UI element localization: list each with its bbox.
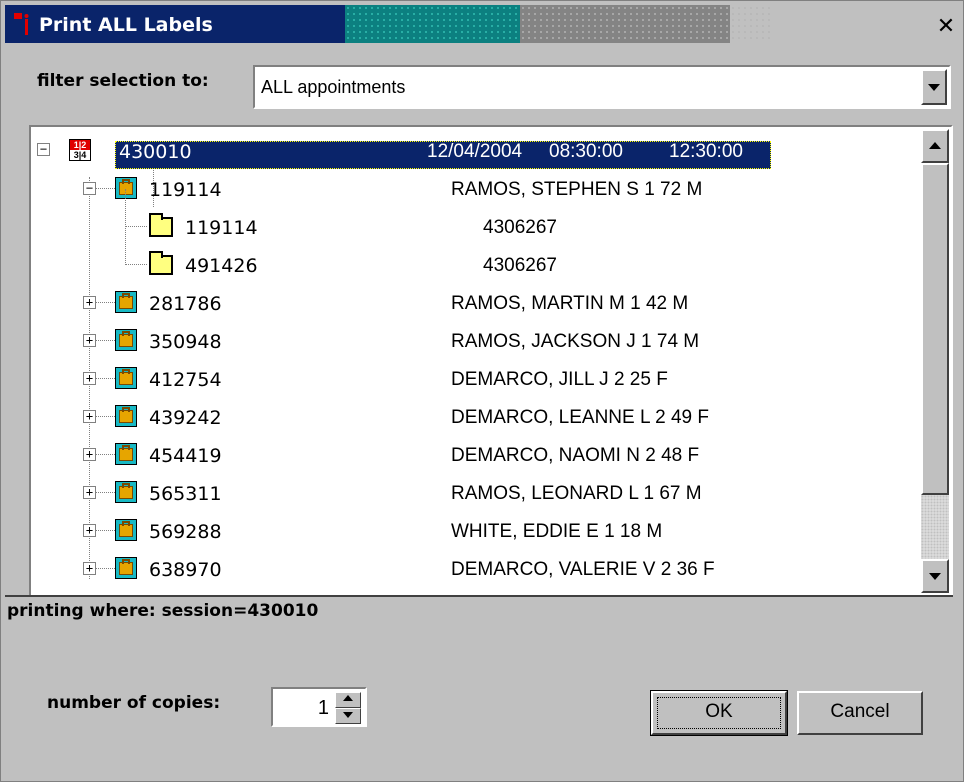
print-labels-dialog: Print ALL Labels ✕ filter selection to: …: [0, 0, 964, 782]
status-bar: printing where: session=430010: [5, 595, 953, 639]
session-start: 08:30:00: [549, 141, 623, 162]
item-id: 454419: [149, 445, 222, 467]
chevron-down-icon: [928, 84, 940, 91]
item-info: DEMARCO, NAOMI N 2 48 F: [451, 445, 700, 466]
item-id: 565311: [149, 483, 222, 505]
basket-icon: [115, 443, 137, 465]
scroll-thumb[interactable]: [921, 163, 949, 495]
expand-icon[interactable]: +: [83, 296, 96, 309]
expand-icon[interactable]: +: [83, 372, 96, 385]
arrow-down-icon: [929, 573, 941, 580]
window-title: Print ALL Labels: [39, 14, 213, 36]
basket-icon: [115, 367, 137, 389]
vertical-scrollbar[interactable]: [921, 129, 949, 593]
child-id: 119114: [185, 217, 258, 239]
focus-ring: [657, 697, 781, 729]
label-tree[interactable]: − 1|2 3|4 430010 12/04/2004 08:30:00 12:…: [29, 125, 953, 597]
basket-icon: [115, 519, 137, 541]
item-info: RAMOS, MARTIN M 1 42 M: [451, 293, 689, 314]
basket-icon: [115, 291, 137, 313]
copies-value[interactable]: 1: [318, 697, 329, 720]
filter-label: filter selection to:: [37, 71, 209, 91]
arrow-down-icon: [343, 712, 353, 718]
copies-decrement-button[interactable]: [335, 708, 361, 724]
status-text: printing where: session=430010: [7, 601, 319, 621]
tree-item-row[interactable]: +454419 DEMARCO, NAOMI N 2 48 F: [31, 435, 921, 473]
copies-label: number of copies:: [47, 693, 221, 713]
title-bar-gradient: [770, 5, 955, 43]
session-id: 430010: [119, 141, 192, 163]
expand-icon[interactable]: +: [83, 486, 96, 499]
expand-icon[interactable]: +: [83, 524, 96, 537]
collapse-icon[interactable]: −: [37, 143, 50, 156]
title-bar-gradient: [345, 5, 520, 43]
copies-stepper[interactable]: 1: [271, 687, 367, 727]
tree-connector: [125, 189, 126, 265]
scroll-track[interactable]: [921, 495, 949, 559]
tree-item-row[interactable]: +350948 RAMOS, JACKSON J 1 74 M: [31, 321, 921, 359]
title-bar-gradient: [520, 5, 730, 43]
tree-item-row[interactable]: +281786 RAMOS, MARTIN M 1 42 M: [31, 283, 921, 321]
close-icon: ✕: [936, 14, 956, 39]
folder-icon: [149, 251, 173, 275]
tree-session-row[interactable]: − 1|2 3|4 430010 12/04/2004 08:30:00 12:…: [31, 131, 921, 169]
copies-increment-button[interactable]: [335, 692, 361, 708]
expand-icon[interactable]: +: [83, 562, 96, 575]
arrow-up-icon: [343, 695, 353, 701]
tree-item-row[interactable]: +565311 RAMOS, LEONARD L 1 67 M: [31, 473, 921, 511]
item-id: 439242: [149, 407, 222, 429]
expand-icon[interactable]: +: [83, 334, 96, 347]
tree-child-row[interactable]: 119114 4306267: [31, 207, 921, 245]
tree-item-row[interactable]: +439242 DEMARCO, LEANNE L 2 49 F: [31, 397, 921, 435]
item-id: 350948: [149, 331, 222, 353]
tree-connector: [125, 264, 147, 265]
tree-item-row[interactable]: − 119114 RAMOS, STEPHEN S 1 72 M: [31, 169, 921, 207]
ok-button[interactable]: OK: [650, 690, 788, 736]
basket-icon: [115, 329, 137, 351]
tree-item-row[interactable]: +569288 WHITE, EDDIE E 1 18 M: [31, 511, 921, 549]
tree-item-row[interactable]: +412754 DEMARCO, JILL J 2 25 F: [31, 359, 921, 397]
title-bar[interactable]: Print ALL Labels ✕: [5, 5, 955, 43]
item-id: 638970: [149, 559, 222, 581]
filter-select-value: ALL appointments: [261, 77, 406, 97]
item-info: DEMARCO, LEANNE L 2 49 F: [451, 407, 709, 428]
item-id: 281786: [149, 293, 222, 315]
close-button[interactable]: ✕: [933, 13, 959, 41]
folder-icon: [149, 213, 173, 237]
expand-icon[interactable]: +: [83, 448, 96, 461]
child-info: 4306267: [483, 255, 557, 276]
session-date: 12/04/2004: [427, 141, 523, 162]
child-id: 491426: [185, 255, 258, 277]
basket-icon: [115, 405, 137, 427]
scroll-up-button[interactable]: [921, 129, 949, 163]
item-info: RAMOS, LEONARD L 1 67 M: [451, 483, 702, 504]
tree-child-row[interactable]: 491426 4306267: [31, 245, 921, 283]
basket-icon: [115, 481, 137, 503]
item-id: 412754: [149, 369, 222, 391]
item-id: 119114: [149, 179, 222, 201]
scroll-down-button[interactable]: [921, 559, 949, 593]
filter-dropdown-button[interactable]: [921, 69, 947, 105]
calendar-icon: 1|2 3|4: [69, 139, 91, 161]
item-info: DEMARCO, JILL J 2 25 F: [451, 369, 668, 390]
item-info: RAMOS, STEPHEN S 1 72 M: [451, 179, 703, 200]
item-id: 569288: [149, 521, 222, 543]
cancel-button[interactable]: Cancel: [797, 691, 923, 735]
basket-icon: [115, 557, 137, 579]
tree-item-row[interactable]: +638970 DEMARCO, VALERIE V 2 36 F: [31, 549, 921, 587]
item-info: DEMARCO, VALERIE V 2 36 F: [451, 559, 715, 580]
basket-icon: [115, 177, 137, 199]
cancel-button-label: Cancel: [830, 701, 890, 722]
expand-icon[interactable]: +: [83, 410, 96, 423]
app-icon: [14, 13, 29, 35]
item-info: WHITE, EDDIE E 1 18 M: [451, 521, 663, 542]
title-bar-gradient: [730, 5, 770, 43]
child-info: 4306267: [483, 217, 557, 238]
arrow-up-icon: [929, 142, 941, 149]
collapse-icon[interactable]: −: [83, 182, 96, 195]
tree-connector: [125, 226, 147, 227]
session-end: 12:30:00: [669, 141, 743, 162]
item-info: RAMOS, JACKSON J 1 74 M: [451, 331, 700, 352]
filter-select[interactable]: ALL appointments: [253, 65, 951, 109]
